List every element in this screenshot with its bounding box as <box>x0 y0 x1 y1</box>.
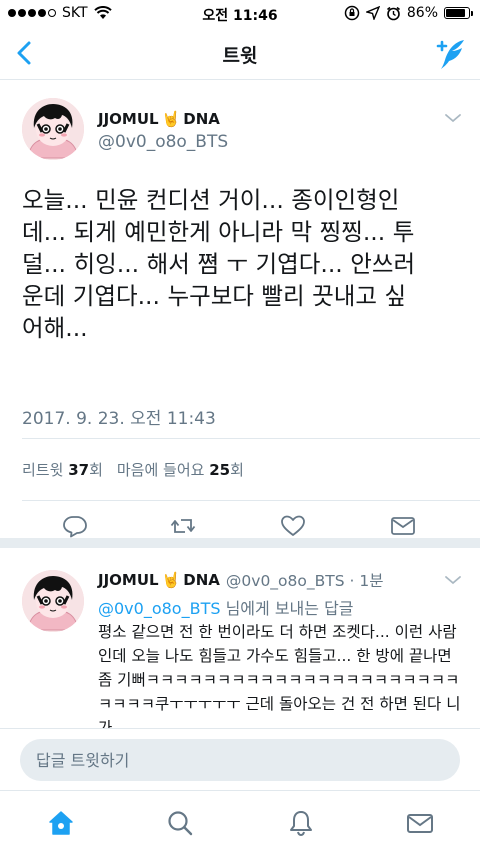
tweet-text: 오늘... 민윤 컨디션 거이... 종이인형인 데... 되게 예민한게 아니… <box>22 186 416 342</box>
display-name[interactable]: JJOMUL 🤘 DNA <box>98 110 220 128</box>
retweets-stat[interactable]: 리트윗 37회 <box>22 459 103 480</box>
user-handle-and-time: @0v0_o8o_BTS · 1분 <box>225 572 384 590</box>
reply-text: 평소 같으면 전 한 번이라도 더 하면 조켓다... 이런 사람인데 오늘 나… <box>98 623 461 728</box>
rock-hand-emoji-icon: 🤘 <box>161 110 181 128</box>
tweet-actions <box>0 514 480 538</box>
reply-icon[interactable] <box>62 514 88 538</box>
location-icon <box>365 6 380 20</box>
search-icon[interactable] <box>166 809 194 837</box>
status-right: 86% <box>344 5 473 21</box>
main-tweet: JJOMUL 🤘 DNA @0v0_o8o_BTS 오늘... 민윤 컨디션 거… <box>0 80 480 548</box>
divider <box>22 438 480 439</box>
orientation-lock-icon <box>344 5 360 21</box>
retweets-count: 37 <box>68 461 90 479</box>
display-name-suffix: DNA <box>183 110 220 128</box>
messages-icon[interactable] <box>406 809 434 837</box>
user-handle[interactable]: @0v0_o8o_BTS <box>98 132 228 152</box>
replying-to: @0v0_o8o_BTS 님에게 보내는 답글 <box>98 595 354 619</box>
reply-tweet[interactable]: JJOMUL 🤘 DNA @0v0_o8o_BTS · 1분 @0v0_o8o_… <box>0 548 480 728</box>
reply-to-suffix: 님에게 보내는 답글 <box>220 599 354 618</box>
alarm-icon <box>386 6 400 20</box>
retweets-label: 리트윗 <box>22 461 64 479</box>
rock-hand-emoji-icon: 🤘 <box>161 571 181 589</box>
display-name[interactable]: JJOMUL 🤘 DNA <box>98 571 220 589</box>
chevron-down-icon[interactable] <box>444 574 462 586</box>
likes-count: 25 <box>209 461 231 479</box>
tab-bar <box>0 790 480 854</box>
reply-bar <box>0 728 480 790</box>
battery-icon <box>444 7 473 19</box>
battery-percent: 86% <box>406 5 438 21</box>
likes-stat[interactable]: 마음에 들어요 25회 <box>117 459 244 480</box>
avatar[interactable] <box>22 98 84 160</box>
nav-bar: 트윗 <box>0 28 480 80</box>
home-icon[interactable] <box>47 809 75 837</box>
avatar-illustration <box>22 570 84 632</box>
likes-label: 마음에 들어요 <box>116 461 205 479</box>
avatar[interactable] <box>22 570 84 632</box>
direct-message-icon[interactable] <box>390 514 416 538</box>
divider <box>22 500 480 501</box>
like-heart-icon[interactable] <box>280 514 306 538</box>
compose-tweet-icon[interactable] <box>432 36 468 72</box>
display-name-text: JJOMUL <box>98 571 159 589</box>
retweet-icon[interactable] <box>170 514 196 538</box>
reply-mention-link[interactable]: @0v0_o8o_BTS <box>98 599 221 618</box>
reply-header: JJOMUL 🤘 DNA @0v0_o8o_BTS · 1분 <box>98 569 383 591</box>
avatar-illustration <box>22 98 84 160</box>
notifications-icon[interactable] <box>287 809 315 837</box>
retweets-unit: 회 <box>89 461 103 479</box>
display-name-text: JJOMUL <box>98 110 159 128</box>
page-title: 트윗 <box>222 45 258 67</box>
likes-unit: 회 <box>230 461 244 479</box>
tweet-timestamp: 2017. 9. 23. 오전 11:43 <box>22 409 216 429</box>
tweet-stats: 리트윗 37회 마음에 들어요 25회 <box>22 459 244 480</box>
display-name-suffix: DNA <box>183 571 220 589</box>
status-bar: SKT 오전 11:46 86% <box>0 0 480 28</box>
chevron-down-icon[interactable] <box>444 112 462 124</box>
reply-input[interactable] <box>20 739 460 781</box>
